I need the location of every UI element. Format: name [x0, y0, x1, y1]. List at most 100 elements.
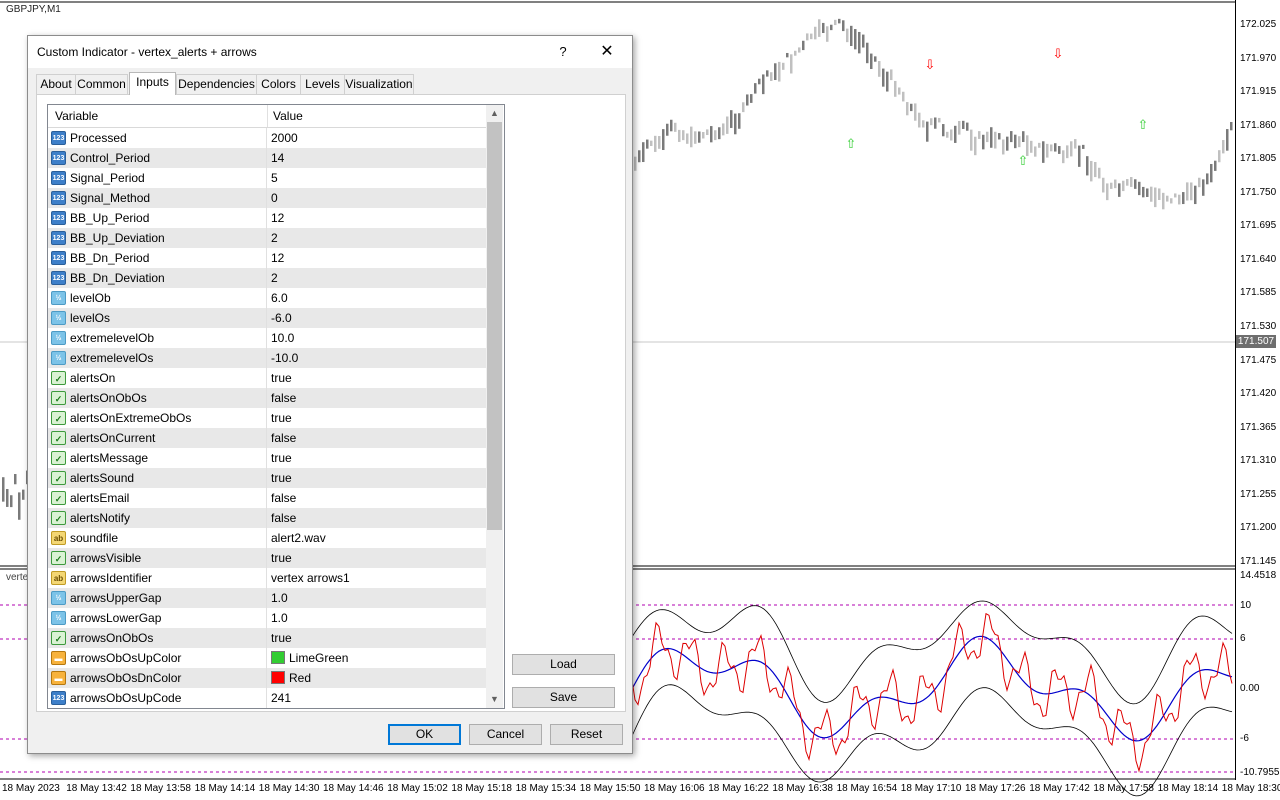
grid-header: Variable Value: [48, 105, 486, 128]
input-value-cell[interactable]: true: [271, 408, 292, 428]
input-value-cell[interactable]: Red: [271, 668, 311, 688]
input-value-cell[interactable]: true: [271, 368, 292, 388]
input-row[interactable]: 123 BB_Up_Period 12: [48, 208, 486, 228]
input-row[interactable]: 123 BB_Dn_Period 12: [48, 248, 486, 268]
input-row[interactable]: ✓ alertsOnCurrent false: [48, 428, 486, 448]
inputs-grid[interactable]: Variable Value 123 Processed 2000 123 Contro…: [47, 104, 505, 709]
input-value: 12: [271, 251, 285, 265]
input-value-cell[interactable]: 2000: [271, 128, 298, 148]
input-row[interactable]: ▬ arrowsObOsUpColor LimeGreen: [48, 648, 486, 668]
reset-button[interactable]: Reset: [550, 724, 623, 745]
grid-rows: 123 Processed 2000 123 Control_Period 14 123 Si…: [48, 128, 486, 708]
input-variable-name: alertsNotify: [70, 511, 131, 525]
input-value-cell[interactable]: true: [271, 548, 292, 568]
candle: [974, 136, 977, 156]
tab-levels[interactable]: Levels: [300, 74, 345, 94]
tab-inputs[interactable]: Inputs: [129, 72, 176, 95]
input-variable-name: arrowsUpperGap: [70, 591, 162, 605]
vertical-scrollbar[interactable]: ▲ ▼: [486, 105, 503, 708]
input-row[interactable]: ✓ alertsOnObOs false: [48, 388, 486, 408]
candle: [1082, 144, 1085, 149]
input-value: false: [271, 431, 297, 445]
input-row[interactable]: 123 BB_Dn_Deviation 2: [48, 268, 486, 288]
input-row[interactable]: ✓ arrowsOnObOs true: [48, 628, 486, 648]
input-value-cell[interactable]: 1.0: [271, 608, 288, 628]
tab-common[interactable]: Common: [75, 74, 128, 94]
ok-button[interactable]: OK: [388, 724, 461, 745]
dialog-titlebar[interactable]: Custom Indicator - vertex_alerts + arrow…: [28, 36, 632, 68]
input-value-cell[interactable]: 2: [271, 268, 278, 288]
input-value-cell[interactable]: 241: [271, 688, 291, 708]
input-value-cell[interactable]: false: [271, 488, 296, 508]
input-value-cell[interactable]: 6.0: [271, 288, 288, 308]
scroll-down-icon[interactable]: ▼: [486, 691, 503, 708]
input-row[interactable]: 123 arrowsObOsUpCode 241: [48, 688, 486, 708]
input-row[interactable]: 123 Signal_Method 0: [48, 188, 486, 208]
input-value-cell[interactable]: -6.0: [271, 308, 292, 328]
input-row[interactable]: ✓ alertsMessage true: [48, 448, 486, 468]
input-value-cell[interactable]: 0: [271, 188, 278, 208]
input-row[interactable]: ab arrowsIdentifier vertex arrows1: [48, 568, 486, 588]
input-row[interactable]: ½ arrowsUpperGap 1.0: [48, 588, 486, 608]
tab-colors[interactable]: Colors: [256, 74, 301, 94]
input-value-cell[interactable]: false: [271, 388, 296, 408]
price-label: 171.640: [1240, 253, 1277, 265]
candle: [838, 18, 841, 24]
input-value-cell[interactable]: true: [271, 628, 292, 648]
cell-divider: [266, 548, 267, 568]
candle: [642, 142, 645, 163]
input-row[interactable]: ½ arrowsLowerGap 1.0: [48, 608, 486, 628]
tab-visualization[interactable]: Visualization: [344, 74, 414, 94]
tab-about[interactable]: About: [36, 74, 76, 94]
column-variable[interactable]: Variable: [55, 105, 98, 127]
input-row[interactable]: 123 Processed 2000: [48, 128, 486, 148]
input-row[interactable]: ½ levelOs -6.0: [48, 308, 486, 328]
input-value-cell[interactable]: true: [271, 448, 292, 468]
scroll-up-icon[interactable]: ▲: [486, 105, 503, 122]
close-icon[interactable]: ✕: [594, 40, 620, 64]
load-button[interactable]: Load: [512, 654, 615, 675]
input-variable-name: levelOs: [70, 311, 111, 325]
cancel-button[interactable]: Cancel: [469, 724, 542, 745]
input-value-cell[interactable]: 10.0: [271, 328, 294, 348]
candle: [678, 129, 681, 142]
input-value-cell[interactable]: LimeGreen: [271, 648, 348, 668]
save-button[interactable]: Save: [512, 687, 615, 708]
price-label: 171.475: [1240, 354, 1277, 366]
input-value-cell[interactable]: alert2.wav: [271, 528, 326, 548]
input-value-cell[interactable]: 2: [271, 228, 278, 248]
input-row[interactable]: ✓ alertsOn true: [48, 368, 486, 388]
input-value-cell[interactable]: true: [271, 468, 292, 488]
candle: [714, 130, 717, 141]
input-row[interactable]: ½ extremelevelOb 10.0: [48, 328, 486, 348]
input-value-cell[interactable]: -10.0: [271, 348, 298, 368]
input-value-cell[interactable]: 14: [271, 148, 284, 168]
input-value-cell[interactable]: 12: [271, 208, 284, 228]
candle: [10, 495, 13, 508]
input-value-cell[interactable]: false: [271, 428, 296, 448]
input-row[interactable]: ▬ arrowsObOsDnColor Red: [48, 668, 486, 688]
tab-dependencies[interactable]: Dependencies: [176, 74, 257, 94]
input-row[interactable]: ✓ alertsEmail false: [48, 488, 486, 508]
input-row[interactable]: 123 Signal_Period 5: [48, 168, 486, 188]
input-value-cell[interactable]: vertex arrows1: [271, 568, 350, 588]
input-row[interactable]: ✓ arrowsVisible true: [48, 548, 486, 568]
input-row[interactable]: ✓ alertsOnExtremeObOs true: [48, 408, 486, 428]
input-value-cell[interactable]: false: [271, 508, 296, 528]
candle: [1042, 141, 1045, 163]
input-row[interactable]: 123 BB_Up_Deviation 2: [48, 228, 486, 248]
input-value-cell[interactable]: 12: [271, 248, 284, 268]
column-value[interactable]: Value: [273, 105, 303, 127]
scroll-thumb[interactable]: [487, 122, 502, 530]
price-label: 171.420: [1240, 388, 1277, 400]
input-row[interactable]: ½ levelOb 6.0: [48, 288, 486, 308]
input-value-cell[interactable]: 1.0: [271, 588, 288, 608]
input-row[interactable]: ab soundfile alert2.wav: [48, 528, 486, 548]
input-row[interactable]: ✓ alertsNotify false: [48, 508, 486, 528]
help-button[interactable]: ?: [550, 40, 576, 64]
candle: [822, 22, 825, 34]
input-value-cell[interactable]: 5: [271, 168, 278, 188]
input-row[interactable]: ✓ alertsSound true: [48, 468, 486, 488]
input-row[interactable]: ½ extremelevelOs -10.0: [48, 348, 486, 368]
input-row[interactable]: 123 Control_Period 14: [48, 148, 486, 168]
